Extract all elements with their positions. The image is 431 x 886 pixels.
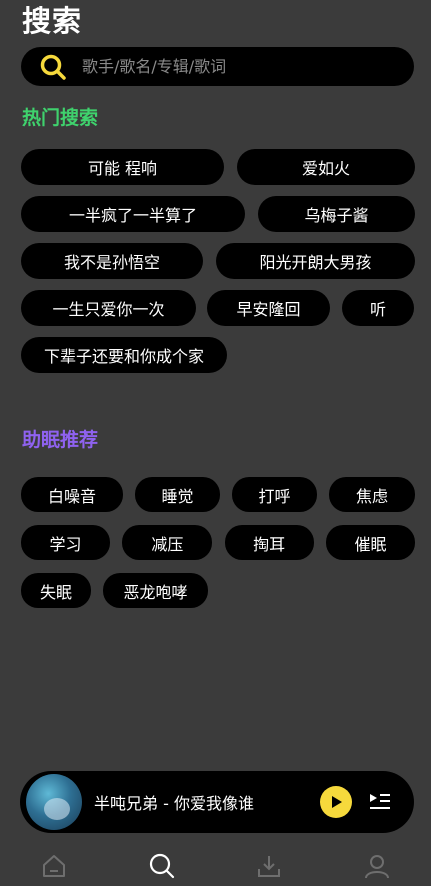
search-page: 搜索 热门搜索 可能 程响 爱如火 一半疯了一半算了 乌梅子酱 我不是孙悟空 阳… <box>0 0 431 886</box>
play-icon <box>332 796 342 808</box>
album-cover[interactable] <box>26 774 82 830</box>
playlist-button[interactable] <box>368 790 392 814</box>
sleep-chip[interactable]: 掏耳 <box>224 525 314 560</box>
hot-chip[interactable]: 下辈子还要和你成个家 <box>21 337 227 373</box>
sleep-recommend-chips: 白噪音 睡觉 打呼 焦虑 学习 减压 掏耳 催眠 失眠 恶龙咆哮 <box>21 477 415 621</box>
play-button[interactable] <box>320 786 352 818</box>
hot-chip[interactable]: 一生只爱你一次 <box>21 290 196 326</box>
search-input[interactable] <box>82 57 414 76</box>
nav-search[interactable] <box>132 848 192 884</box>
hot-search-title: 热门搜索 <box>22 107 99 129</box>
nav-profile[interactable] <box>347 848 407 884</box>
sleep-recommend-title: 助眠推荐 <box>22 429 99 451</box>
nav-download[interactable] <box>239 848 299 884</box>
mini-player[interactable]: 半吨兄弟 - 你爱我像谁 <box>20 771 414 833</box>
sleep-chip[interactable]: 催眠 <box>325 525 415 560</box>
hot-chip[interactable]: 可能 程响 <box>21 149 224 185</box>
hot-search-chips: 可能 程响 爱如火 一半疯了一半算了 乌梅子酱 我不是孙悟空 阳光开朗大男孩 一… <box>21 149 415 384</box>
playlist-icon <box>370 794 390 809</box>
hot-chip[interactable]: 早安隆回 <box>207 290 330 326</box>
sleep-chip[interactable]: 焦虑 <box>329 477 415 512</box>
sleep-chip[interactable]: 睡觉 <box>135 477 220 512</box>
search-icon <box>38 52 68 82</box>
search-bar[interactable] <box>21 47 414 86</box>
hot-chip[interactable]: 我不是孙悟空 <box>21 243 203 279</box>
search-icon <box>149 853 174 878</box>
user-icon <box>365 854 390 878</box>
sleep-chip[interactable]: 失眠 <box>21 573 91 608</box>
download-icon <box>258 855 281 877</box>
hot-chip[interactable]: 爱如火 <box>237 149 415 185</box>
sleep-chip[interactable]: 打呼 <box>232 477 317 512</box>
hot-chip[interactable]: 乌梅子酱 <box>258 196 415 232</box>
bottom-nav <box>0 845 431 886</box>
sleep-chip[interactable]: 减压 <box>122 525 213 560</box>
now-playing-title: 半吨兄弟 - 你爱我像谁 <box>94 794 254 813</box>
hot-chip[interactable]: 阳光开朗大男孩 <box>216 243 415 279</box>
hot-chip[interactable]: 一半疯了一半算了 <box>21 196 245 232</box>
hot-chip[interactable]: 听 <box>342 290 414 326</box>
nav-home[interactable] <box>24 848 84 884</box>
home-icon <box>42 854 65 877</box>
page-title: 搜索 <box>22 4 83 38</box>
sleep-chip[interactable]: 恶龙咆哮 <box>103 573 208 608</box>
sleep-chip[interactable]: 学习 <box>21 525 110 560</box>
sleep-chip[interactable]: 白噪音 <box>21 477 123 512</box>
